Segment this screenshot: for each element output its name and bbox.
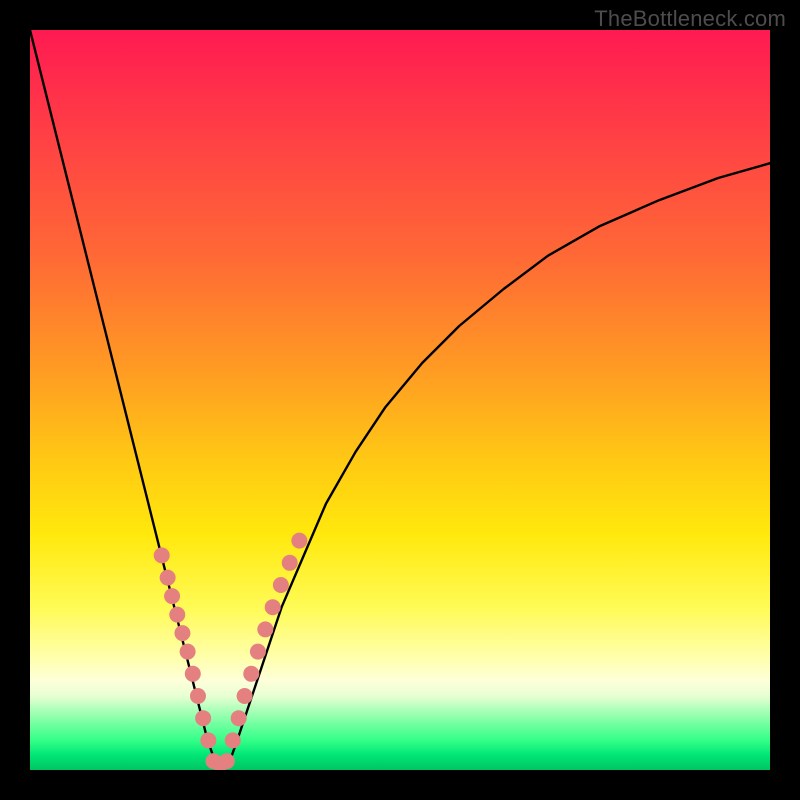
data-marker (273, 577, 289, 593)
bottleneck-curve-path (30, 30, 770, 764)
plot-area (30, 30, 770, 770)
data-marker (250, 644, 266, 660)
markers-group (154, 533, 308, 770)
data-marker (231, 710, 247, 726)
data-marker (195, 710, 211, 726)
data-marker (160, 570, 176, 586)
data-marker (243, 666, 259, 682)
data-marker (282, 555, 298, 571)
data-marker (174, 625, 190, 641)
outer-frame: TheBottleneck.com (0, 0, 800, 800)
data-marker (180, 644, 196, 660)
data-marker (200, 732, 216, 748)
data-marker (154, 547, 170, 563)
watermark-text: TheBottleneck.com (594, 6, 786, 32)
data-marker (185, 666, 201, 682)
data-marker (169, 607, 185, 623)
curve-svg (30, 30, 770, 770)
data-marker (265, 599, 281, 615)
data-marker (237, 688, 253, 704)
data-marker (225, 732, 241, 748)
data-marker (291, 533, 307, 549)
data-marker (164, 588, 180, 604)
data-marker (219, 753, 235, 769)
curve-group (30, 30, 770, 764)
data-marker (190, 688, 206, 704)
data-marker (257, 621, 273, 637)
